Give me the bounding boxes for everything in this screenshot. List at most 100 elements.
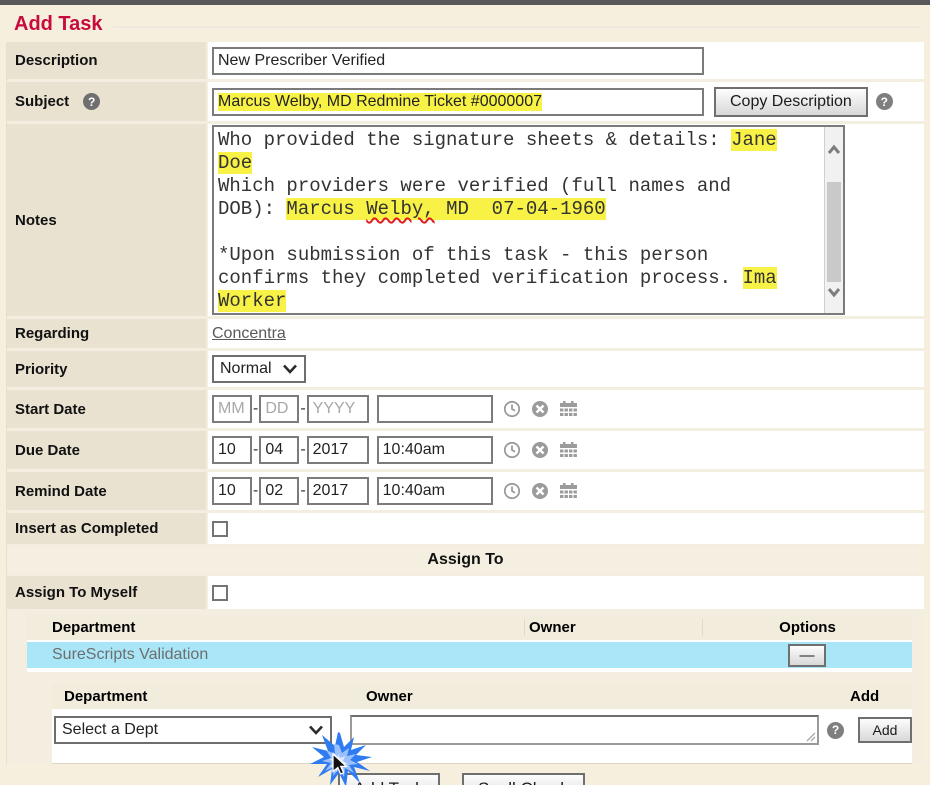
- resize-grip-icon[interactable]: [806, 732, 816, 742]
- date-dash: -: [253, 400, 258, 418]
- regarding-label: Regarding: [7, 319, 206, 348]
- department-select[interactable]: Select a Dept: [54, 716, 332, 744]
- description-label: Description: [7, 42, 206, 79]
- due-day-input[interactable]: [259, 436, 299, 464]
- due-clear-icon[interactable]: [531, 441, 549, 459]
- priority-row: Priority Normal: [7, 351, 924, 387]
- notes-segment: Jane: [731, 129, 777, 151]
- subject-copy-help-icon[interactable]: ?: [876, 93, 893, 110]
- notes-label: Notes: [7, 124, 206, 316]
- insert-completed-checkbox[interactable]: [212, 521, 228, 537]
- add-header-owner: Owner: [362, 688, 850, 705]
- date-dash: -: [253, 441, 258, 459]
- page-title: Add Task: [14, 13, 103, 36]
- insert-completed-label: Insert as Completed: [7, 513, 206, 544]
- assign-myself-row: Assign To Myself: [7, 576, 924, 609]
- remind-clock-icon[interactable]: [503, 482, 521, 500]
- owner-help-icon[interactable]: ?: [827, 722, 844, 739]
- start-date-row: Start Date - -: [7, 390, 924, 428]
- assign-myself-checkbox[interactable]: [212, 585, 228, 601]
- scroll-up-icon[interactable]: [826, 143, 842, 159]
- add-task-window: Add Task Description Subject ? Marcus We…: [0, 0, 930, 785]
- date-dash: -: [300, 441, 305, 459]
- due-clock-icon[interactable]: [503, 441, 521, 459]
- due-time-input[interactable]: [377, 436, 493, 464]
- remind-year-input[interactable]: [307, 477, 369, 505]
- form-actions: Add Task Spell Check: [0, 764, 930, 785]
- notes-row: Notes Who provided the signature sheets …: [7, 124, 924, 316]
- add-task-form: Description Subject ? Marcus Welby, MD R…: [6, 42, 924, 764]
- start-clear-icon[interactable]: [531, 400, 549, 418]
- remind-month-input[interactable]: [212, 477, 252, 505]
- title-row: Add Task: [0, 5, 930, 40]
- assignments-table: Department Owner Options SureScripts Val…: [27, 615, 912, 672]
- subject-value: Marcus Welby, MD Redmine Ticket #0000007: [218, 93, 542, 111]
- start-time-input[interactable]: [377, 395, 493, 423]
- spell-check-button[interactable]: Spell Check: [462, 773, 585, 785]
- subject-label-cell: Subject ?: [7, 82, 206, 121]
- notes-segment: Doe: [218, 152, 252, 174]
- start-calendar-icon[interactable]: [559, 401, 578, 418]
- due-calendar-icon[interactable]: [559, 442, 578, 459]
- remind-calendar-icon[interactable]: [559, 483, 578, 500]
- notes-segment: Ima: [743, 267, 777, 289]
- start-day-input[interactable]: [259, 395, 299, 423]
- subject-row: Subject ? Marcus Welby, MD Redmine Ticke…: [7, 82, 924, 121]
- start-month-input[interactable]: [212, 395, 252, 423]
- start-clock-icon[interactable]: [503, 400, 521, 418]
- add-assignment-header: Department Owner Add: [52, 684, 912, 709]
- notes-segment: DOB):: [218, 198, 286, 220]
- remind-date-label: Remind Date: [7, 472, 206, 510]
- add-header-add: Add: [850, 688, 912, 705]
- add-assignment-table: Department Owner Add Select a Dept ? Add: [52, 684, 912, 764]
- notes-segment: Marcus: [286, 198, 366, 220]
- notes-segment: *Upon submission of this task - this per…: [218, 244, 708, 266]
- notes-segment: confirms they completed verification pro…: [218, 267, 743, 289]
- regarding-link[interactable]: Concentra: [212, 325, 286, 343]
- priority-label: Priority: [7, 351, 206, 387]
- subject-help-icon[interactable]: ?: [83, 93, 100, 110]
- priority-value: Normal: [220, 360, 272, 378]
- add-task-button[interactable]: Add Task: [338, 773, 440, 785]
- assignments-header: Department Owner Options: [27, 615, 912, 640]
- date-dash: -: [253, 482, 258, 500]
- assignments-header-options: Options: [702, 619, 912, 636]
- scrollbar-thumb[interactable]: [827, 182, 841, 282]
- add-assignment-controls: Select a Dept ? Add: [52, 715, 912, 745]
- start-year-input[interactable]: [307, 395, 369, 423]
- date-dash: -: [300, 400, 305, 418]
- assignments-header-owner: Owner: [524, 619, 702, 636]
- remind-time-input[interactable]: [377, 477, 493, 505]
- add-header-department: Department: [52, 688, 362, 705]
- chevron-down-icon: [308, 725, 324, 735]
- due-date-label: Due Date: [7, 431, 206, 469]
- notes-textarea[interactable]: Who provided the signature sheets & deta…: [212, 125, 845, 315]
- due-year-input[interactable]: [307, 436, 369, 464]
- notes-scrollbar[interactable]: [824, 127, 843, 313]
- assignments-header-department: Department: [27, 619, 524, 636]
- assign-to-header: Assign To: [7, 547, 924, 573]
- chevron-down-icon: [282, 364, 298, 374]
- notes-segment: Worker: [218, 290, 286, 312]
- description-input[interactable]: [212, 47, 704, 75]
- remind-day-input[interactable]: [259, 477, 299, 505]
- add-assignment-button[interactable]: Add: [858, 717, 912, 743]
- scroll-down-icon[interactable]: [826, 283, 842, 299]
- subject-label: Subject: [15, 93, 69, 110]
- remove-assignment-button[interactable]: —: [788, 644, 826, 667]
- due-date-row: Due Date - -: [7, 431, 924, 469]
- priority-select[interactable]: Normal: [212, 355, 306, 383]
- notes-content: Who provided the signature sheets & deta…: [214, 127, 824, 313]
- description-row: Description: [7, 42, 924, 79]
- due-month-input[interactable]: [212, 436, 252, 464]
- notes-segment: Welby,: [366, 198, 434, 220]
- date-dash: -: [300, 482, 305, 500]
- owner-input[interactable]: [350, 715, 819, 745]
- assignment-row[interactable]: SureScripts Validation —: [27, 642, 912, 668]
- copy-description-button[interactable]: Copy Description: [714, 87, 868, 117]
- assignment-department: SureScripts Validation: [27, 646, 524, 664]
- notes-segment: Which providers were verified (full name…: [218, 175, 731, 197]
- start-date-label: Start Date: [7, 390, 206, 428]
- remind-clear-icon[interactable]: [531, 482, 549, 500]
- subject-input[interactable]: Marcus Welby, MD Redmine Ticket #0000007: [212, 88, 704, 116]
